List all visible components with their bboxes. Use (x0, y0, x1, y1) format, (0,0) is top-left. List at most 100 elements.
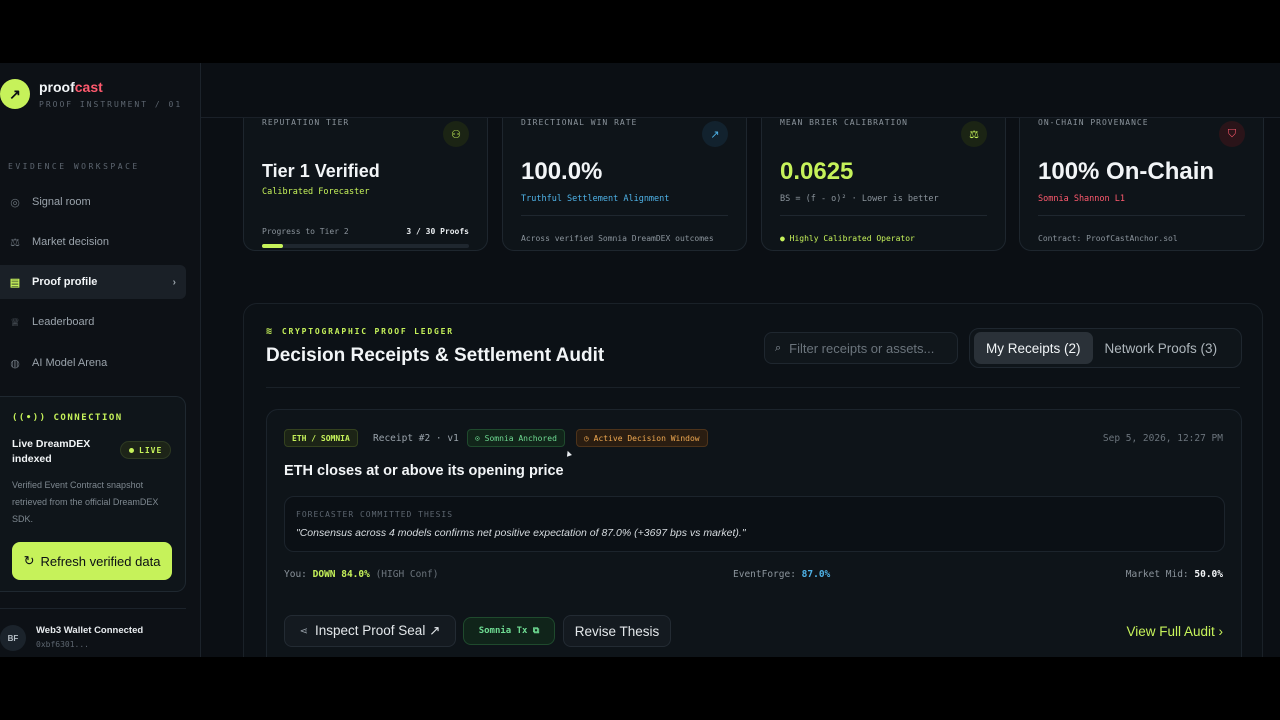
eventforge-forecast: EventForge: 87.0% (733, 569, 830, 580)
thesis-quote: "Consensus across 4 models confirms net … (296, 527, 746, 539)
divider (1038, 215, 1245, 216)
stat-card-win-rate: DIRECTIONAL WIN RATE ↗ 100.0% Truthful S… (502, 93, 747, 251)
stat-footnote: Across verified Somnia DreamDEX outcomes (521, 234, 714, 243)
refresh-label: Refresh verified data (40, 553, 161, 569)
sun-icon: ☼ (1058, 78, 1072, 94)
network-label: DREAMDEX MAINNET / LIVE (359, 81, 512, 90)
sidebar-item-ai-model-arena[interactable]: ◍ AI Model Arena (0, 346, 186, 380)
wallet-status: Web3 Wallet Connected (36, 625, 144, 636)
thesis-box: FORECASTER COMMITTED THESIS "Consensus a… (284, 496, 1225, 552)
receipt-id: Receipt #2 · v1 (373, 433, 459, 444)
stat-label: Market Mid: (1125, 569, 1189, 580)
somnia-tx-link[interactable]: Somnia Tx ⧉ (463, 617, 555, 645)
wallet-address: 0xbf6301... (36, 640, 89, 649)
stat-label: ON-CHAIN PROVENANCE (1038, 118, 1149, 127)
stat-value: Tier 1 Verified (262, 161, 380, 181)
brand-accent: cast (74, 79, 103, 95)
confidence-label: (HIGH Conf) (375, 569, 439, 580)
target-icon: ◎ (10, 196, 20, 209)
layers-icon: ≋ (266, 326, 274, 337)
button-label: Inspect Proof Seal ↗ (315, 623, 441, 638)
progress-track (262, 244, 469, 248)
connection-card: ((•)) CONNECTION Live DreamDEX indexed L… (0, 396, 186, 592)
stat-subtitle: Calibrated Forecaster (262, 187, 370, 197)
sidebar-item-proof-profile[interactable]: ▤ Proof profile › (0, 265, 186, 299)
divider (780, 215, 987, 216)
connection-title: ((•)) CONNECTION (12, 413, 123, 423)
live-dot-icon (129, 447, 134, 453)
stat-value: DOWN 84.0% (312, 569, 370, 580)
document-icon: ▤ (9, 276, 21, 289)
live-label: LIVE (139, 445, 163, 455)
tab-network-proofs[interactable]: Network Proofs (3) (1093, 332, 1230, 364)
brand-main: proof (39, 79, 75, 95)
view-full-audit-link[interactable]: View Full Audit › (1126, 624, 1223, 639)
scale-icon: ⚖ (961, 121, 987, 147)
proof-ledger-panel: ≋ CRYPTOGRAPHIC PROOF LEDGER Decision Rec… (243, 303, 1263, 657)
search-input[interactable] (789, 340, 950, 356)
status-dot-icon (345, 82, 351, 89)
stat-label: DIRECTIONAL WIN RATE (521, 118, 638, 127)
logo-arrow-icon: ↗ (0, 79, 30, 109)
your-forecast: You: DOWN 84.0% (HIGH Conf) (284, 569, 438, 580)
sidebar-item-market-decision[interactable]: ⚖ Market decision (0, 225, 186, 259)
ledger-kicker: ≋ CRYPTOGRAPHIC PROOF LEDGER (266, 326, 454, 337)
award-icon: ⚇ (443, 121, 469, 147)
stat-footnote: ● Highly Calibrated Operator (780, 234, 915, 243)
refresh-verified-data-button[interactable]: ↻ Refresh verified data (12, 542, 172, 580)
shield-icon: ⛉ (1219, 121, 1245, 147)
ledger-kicker-text: CRYPTOGRAPHIC PROOF LEDGER (281, 327, 454, 336)
tab-my-receipts[interactable]: My Receipts (2) (974, 332, 1093, 364)
brand-subtitle: PROOF INSTRUMENT / 01 (39, 100, 183, 109)
network-status: DREAMDEX MAINNET / LIVE (345, 81, 511, 90)
page-title: Decision Receipts & Settlement Audit (266, 345, 605, 366)
search-icon: ⌕ (775, 341, 782, 354)
live-badge: LIVE (120, 441, 172, 459)
stat-value: 87.0% (801, 569, 831, 580)
stat-value: 50.0% (1194, 569, 1223, 580)
scale-icon: ⚖ (10, 236, 20, 249)
stat-label: You: (284, 569, 307, 580)
anchored-badge: ⊙ Somnia Anchored (467, 429, 565, 447)
chevron-right-icon: › (172, 276, 176, 288)
stat-value: 0.0625 (780, 158, 854, 185)
asset-badge: ETH / SOMNIA (284, 429, 358, 447)
stat-card-reputation: REPUTATION TIER ⚇ Tier 1 Verified Calibr… (243, 93, 488, 251)
stat-value: 100.0% (521, 158, 603, 185)
progress-value: 3 / 30 Proofs (406, 227, 469, 236)
progress-fill (262, 244, 283, 248)
sidebar-item-label: Proof profile (32, 276, 98, 288)
stat-subtitle: Truthful Settlement Alignment (521, 194, 670, 204)
sidebar-item-label: Market decision (32, 236, 110, 248)
trophy-icon: ♕ (10, 316, 20, 329)
decision-window-badge: ◷ Active Decision Window (576, 429, 708, 447)
search-field[interactable]: ⌕ (764, 332, 958, 364)
wallet-address: 0xbf...288E (1177, 78, 1247, 94)
network-dot-icon (1115, 83, 1120, 89)
sidebar-item-label: Signal room (32, 196, 91, 208)
brand-logo[interactable]: proofcast (39, 79, 103, 95)
sidebar-item-label: AI Model Arena (32, 357, 108, 369)
inspect-proof-seal-button[interactable]: ⋖ Inspect Proof Seal ↗ (284, 615, 456, 647)
stat-footnote: Contract: ProofCastAnchor.sol (1038, 234, 1178, 243)
stat-value: 100% On-Chain (1038, 158, 1215, 185)
divider (521, 215, 728, 216)
divider (266, 387, 1240, 388)
thesis-label: FORECASTER COMMITTED THESIS (296, 510, 454, 519)
sidebar: ↗ proofcast PROOF INSTRUMENT / 01 EVIDEN… (0, 63, 201, 657)
revise-thesis-button[interactable]: Revise Thesis (563, 615, 671, 647)
sidebar-item-signal-room[interactable]: ◎ Signal room (0, 185, 186, 219)
stat-card-provenance: ON-CHAIN PROVENANCE ⛉ 100% On-Chain Somn… (1019, 93, 1264, 251)
app-window: ↗ proofcast PROOF INSTRUMENT / 01 EVIDEN… (0, 63, 1280, 657)
avatar[interactable]: BF (0, 625, 26, 651)
brand-accent: cast (301, 79, 326, 93)
connection-heading: Live DreamDEX indexed (12, 438, 91, 465)
header-brand[interactable]: proofcast (271, 79, 326, 93)
receipt-card[interactable]: ETH / SOMNIA Receipt #2 · v1 ⊙ Somnia An… (266, 409, 1242, 657)
sidebar-item-label: Leaderboard (32, 316, 95, 328)
receipt-title: ETH closes at or above its opening price (284, 463, 564, 479)
section-label: EVIDENCE WORKSPACE (8, 162, 140, 171)
refresh-icon: ↻ (23, 553, 35, 568)
sidebar-item-leaderboard[interactable]: ♕ Leaderboard (0, 305, 186, 339)
progress-label: Progress to Tier 2 (262, 227, 349, 236)
